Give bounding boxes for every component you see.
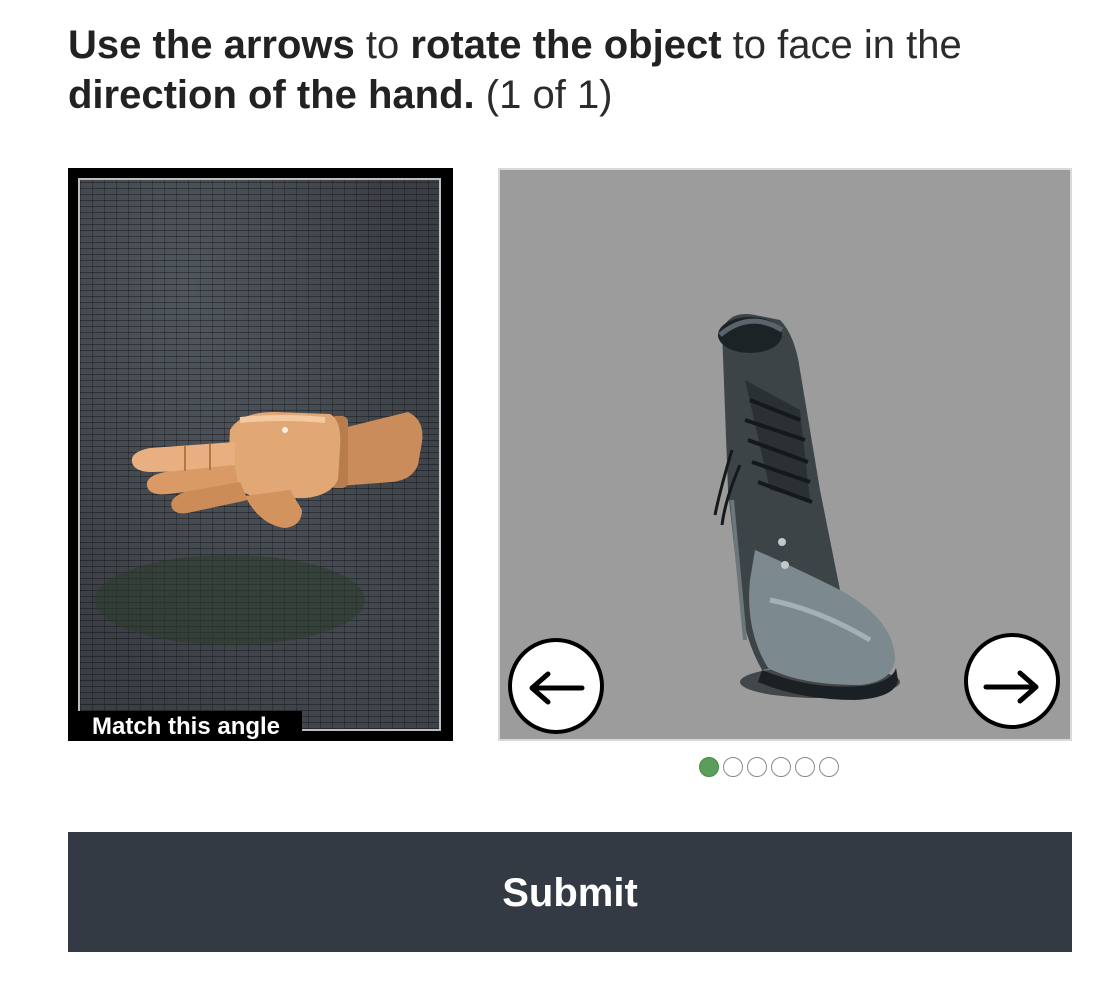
reference-image: [78, 178, 441, 731]
rotation-dot: [747, 757, 767, 777]
rotate-left-button[interactable]: [508, 638, 604, 734]
captcha-page: Use the arrows to rotate the object to f…: [0, 0, 1108, 992]
instruction-bold-direction: direction of the hand.: [68, 73, 475, 117]
instruction-text-to: to: [354, 23, 411, 67]
rotation-dot: [795, 757, 815, 777]
rotation-indicator: [699, 757, 839, 781]
rotation-dot: [723, 757, 743, 777]
instruction-bold-rotate: rotate the object: [410, 23, 722, 67]
rotation-dot: [819, 757, 839, 777]
match-angle-label: Match this angle: [78, 711, 303, 741]
submit-button[interactable]: Submit: [68, 832, 1072, 952]
pointing-hand-icon: [95, 412, 423, 645]
arrow-right-icon: [983, 670, 1039, 704]
instruction-counter: (1 of 1): [474, 73, 613, 117]
instruction-bold-arrows: Use the arrows: [68, 23, 355, 67]
reference-panel: Match this angle: [68, 168, 453, 741]
rotation-dot: [771, 757, 791, 777]
arrow-left-icon: [529, 671, 585, 705]
rotation-dot: [699, 757, 719, 777]
instruction-text-face: to face in the: [721, 23, 962, 67]
rotate-right-button[interactable]: [964, 633, 1060, 729]
instructions-text: Use the arrows to rotate the object to f…: [68, 20, 1058, 120]
object-viewer[interactable]: [498, 168, 1072, 741]
